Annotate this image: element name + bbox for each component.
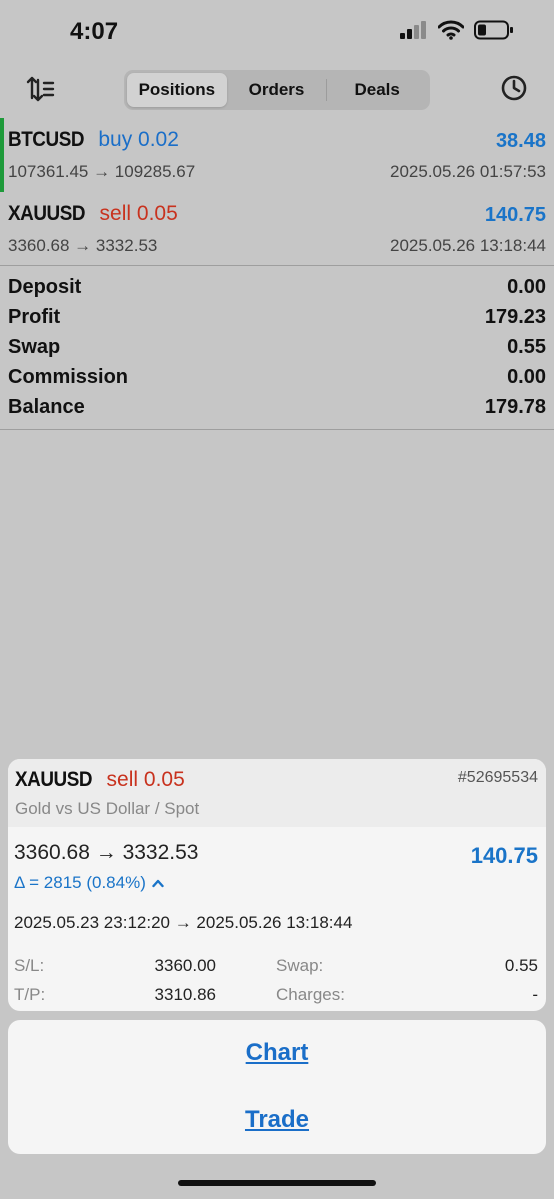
position-row[interactable]: XAUUSD sell 0.05 140.75 3360.68 → 3332.5… xyxy=(0,192,554,266)
position-title: BTCUSD buy 0.02 xyxy=(8,128,179,152)
detail-ticket: #52695534 xyxy=(457,769,538,786)
battery-icon xyxy=(474,20,513,40)
summary-value: 179.78 xyxy=(484,395,546,418)
divider xyxy=(0,265,554,266)
summary-row-deposit: Deposit 0.00 xyxy=(8,272,546,302)
sl-value: 3360.00 xyxy=(154,956,216,975)
position-side: buy xyxy=(98,128,133,151)
summary-label: Commission xyxy=(8,365,129,388)
position-volume: 0.02 xyxy=(138,128,179,151)
sort-icon xyxy=(26,76,55,102)
summary-row-swap: Swap 0.55 xyxy=(8,332,546,362)
signal-icon xyxy=(400,21,426,39)
detail-symbol: XAUUSD xyxy=(15,768,93,791)
detail-title: XAUUSD sell 0.05 xyxy=(15,768,185,792)
swap-label: Swap: xyxy=(276,956,324,975)
position-profit: 140.75 xyxy=(484,204,546,226)
position-symbol: BTCUSD xyxy=(8,128,85,151)
status-icons xyxy=(400,20,514,40)
wifi-icon xyxy=(438,20,464,40)
summary-value: 0.55 xyxy=(507,335,546,358)
sort-button[interactable] xyxy=(26,74,56,104)
charges-label: Charges: xyxy=(276,985,345,1004)
summary-label: Deposit xyxy=(8,275,82,298)
summary-value: 0.00 xyxy=(507,275,546,298)
detail-description: Gold vs US Dollar / Spot xyxy=(15,799,200,818)
summary-value: 0.00 xyxy=(507,365,546,388)
position-volume: 0.05 xyxy=(136,202,178,225)
view-segmented-control: Positions Orders Deals xyxy=(124,70,430,110)
position-time: 2025.05.26 01:57:53 xyxy=(390,162,546,181)
summary-row-balance: Balance 179.78 xyxy=(8,392,546,422)
detail-header: XAUUSD sell 0.05 #52695534 Gold vs US Do… xyxy=(8,759,546,827)
position-profit: 38.48 xyxy=(495,130,546,152)
detail-delta[interactable]: Δ = 2815 (0.84%) xyxy=(14,873,164,893)
summary-label: Balance xyxy=(8,395,85,418)
chart-button[interactable]: Chart xyxy=(8,1039,546,1067)
position-row[interactable]: BTCUSD buy 0.02 38.48 107361.45 → 109285… xyxy=(0,118,554,192)
tab-deals[interactable]: Deals xyxy=(327,73,427,107)
position-prices: 107361.45 → 109285.67 xyxy=(8,162,196,181)
tab-positions[interactable]: Positions xyxy=(127,73,227,107)
home-indicator[interactable] xyxy=(178,1180,376,1186)
chevron-up-icon xyxy=(152,879,164,888)
divider xyxy=(0,429,554,430)
summary-row-profit: Profit 179.23 xyxy=(8,302,546,332)
trade-button[interactable]: Trade xyxy=(8,1106,546,1134)
summary-row-commission: Commission 0.00 xyxy=(8,362,546,392)
position-side: sell xyxy=(99,202,132,225)
detail-times: 2025.05.23 23:12:20 → 2025.05.26 13:18:4… xyxy=(14,913,353,932)
position-title: XAUUSD sell 0.05 xyxy=(8,202,178,226)
swap-value: 0.55 xyxy=(504,956,538,975)
status-time: 4:07 xyxy=(70,18,119,45)
summary-label: Profit xyxy=(8,305,61,328)
detail-volume: 0.05 xyxy=(143,768,185,791)
history-clock-icon xyxy=(501,75,527,101)
detail-prices: 3360.68 → 3332.53 xyxy=(14,841,199,864)
detail-profit: 140.75 xyxy=(470,843,538,868)
history-button[interactable] xyxy=(500,74,528,102)
summary-value: 179.23 xyxy=(484,305,546,328)
position-symbol: XAUUSD xyxy=(8,202,86,225)
tp-value: 3310.86 xyxy=(154,985,216,1004)
selected-position-marker xyxy=(0,118,4,192)
tab-orders[interactable]: Orders xyxy=(227,73,327,107)
tp-label: T/P: xyxy=(14,985,46,1004)
position-detail-card: XAUUSD sell 0.05 #52695534 Gold vs US Do… xyxy=(8,759,546,1011)
summary-label: Swap xyxy=(8,335,61,358)
action-sheet: Chart Trade xyxy=(8,1020,546,1154)
charges-value: - xyxy=(532,985,538,1004)
detail-side: sell xyxy=(106,768,139,791)
position-time: 2025.05.26 13:18:44 xyxy=(390,236,546,255)
sl-label: S/L: xyxy=(14,956,45,975)
detail-delta-text: Δ = 2815 (0.84%) xyxy=(14,873,146,892)
position-prices: 3360.68 → 3332.53 xyxy=(8,236,158,255)
